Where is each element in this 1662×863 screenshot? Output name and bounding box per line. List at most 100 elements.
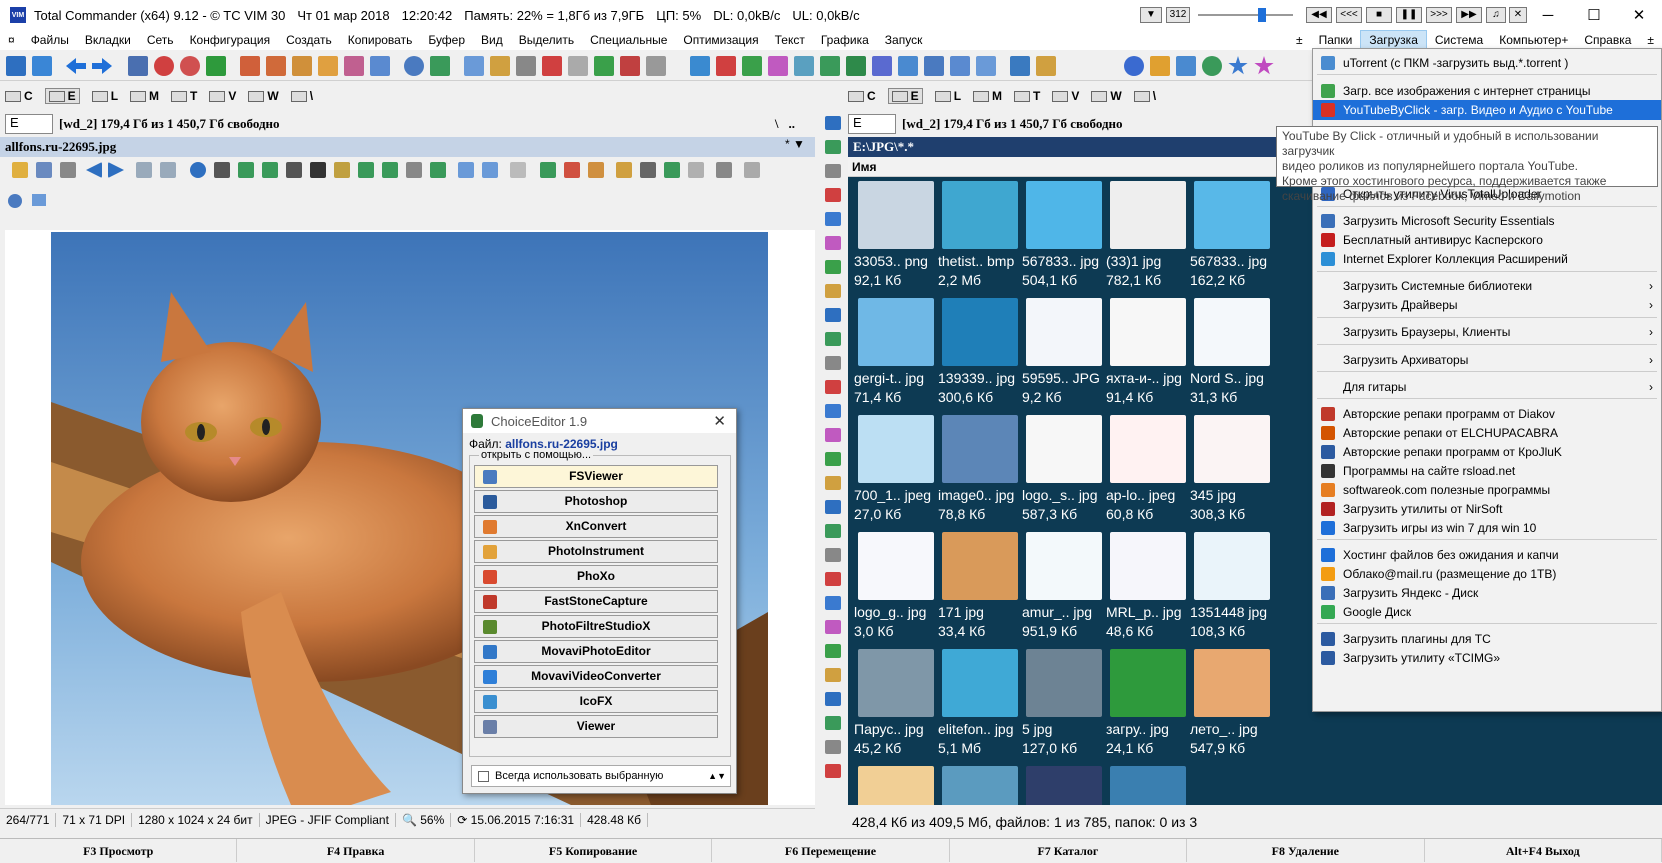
file-thumbnail[interactable]: 345 jpg 308,3 Кб <box>1188 413 1276 531</box>
download-menu-item[interactable]: Загрузить плагины для TC <box>1313 629 1661 649</box>
archive-icon[interactable] <box>292 56 312 76</box>
drive-v[interactable]: V <box>1052 89 1079 103</box>
next-icon[interactable]: >>> <box>1426 7 1452 23</box>
side-tool-icon[interactable] <box>825 596 841 610</box>
dm-icon[interactable] <box>716 56 736 76</box>
always-use-checkbox[interactable] <box>478 770 489 782</box>
compare-icon[interactable] <box>490 56 510 76</box>
x64-icon[interactable] <box>154 56 174 76</box>
drive-w[interactable]: W <box>1091 89 1122 103</box>
file-thumbnail[interactable]: ap-lo.. jpeg 60,8 Кб <box>1104 413 1192 531</box>
tree-icon[interactable] <box>846 56 866 76</box>
kb-icon[interactable] <box>646 56 666 76</box>
root-dir-icon[interactable]: \ <box>775 116 779 132</box>
copy-icon[interactable] <box>136 162 152 178</box>
download-menu-item[interactable]: Загрузить Яндекс - Диск <box>1313 583 1661 603</box>
download-menu-item[interactable]: Авторские репаки программ от Diakov <box>1313 404 1661 424</box>
drive-m[interactable]: M <box>130 89 159 103</box>
side-tool-icon[interactable] <box>825 500 841 514</box>
download-menu-item[interactable]: Авторские репаки программ от КрoJluK <box>1313 442 1661 462</box>
download-menu-item[interactable]: softwareok.com полезные программы <box>1313 480 1661 500</box>
side-tool-icon[interactable] <box>825 692 841 706</box>
drive-network[interactable]: \ <box>290 89 313 103</box>
vim-icon[interactable] <box>128 56 148 76</box>
open-with-fsviewer-button[interactable]: FSViewer <box>474 465 718 488</box>
download-menu-item[interactable]: Загрузить Драйверы › <box>1313 295 1661 315</box>
open-icon[interactable] <box>12 162 28 178</box>
drive-l[interactable]: L <box>91 89 118 103</box>
download-menu-item[interactable]: Облако@mail.ru (размещение до 1ТВ) <box>1313 564 1661 584</box>
file-thumbnail[interactable]: 33053.. png 92,1 Кб <box>852 179 940 297</box>
file-thumbnail[interactable]: яхта-и-.. jpg 91,4 Кб <box>1104 296 1192 414</box>
quickview-icon[interactable] <box>950 56 970 76</box>
file-thumbnail[interactable]: gergi-t.. jpg 71,4 Кб <box>852 296 940 414</box>
extract-icon[interactable] <box>318 56 338 76</box>
search-icon[interactable] <box>404 56 424 76</box>
plus-icon[interactable] <box>594 56 614 76</box>
open-with-photofiltrestudiox-button[interactable]: PhotoFiltreStudioX <box>474 615 718 638</box>
tools-icon[interactable] <box>1036 56 1056 76</box>
drive-t[interactable]: T <box>1014 89 1040 103</box>
invert-icon[interactable] <box>310 162 326 178</box>
menu-graphics[interactable]: Графика <box>813 30 877 50</box>
drive-c[interactable]: C <box>848 89 876 103</box>
open-with-photoinstrument-button[interactable]: PhotoInstrument <box>474 540 718 563</box>
volume-slider[interactable] <box>1198 14 1293 16</box>
rotate-right-icon[interactable] <box>382 162 398 178</box>
f6-move-button[interactable]: F6 Перемещение <box>712 839 950 862</box>
menu-system[interactable]: Система <box>1427 30 1491 50</box>
file-thumbnail[interactable]: Парус.. jpg 45,2 Кб <box>852 647 940 765</box>
download-icon[interactable] <box>32 56 52 76</box>
alt-f4-exit-button[interactable]: Alt+F4 Выход <box>1425 839 1662 862</box>
drive-e[interactable]: E <box>44 88 80 104</box>
file-thumbnail[interactable]: Nord S.. jpg 31,3 Кб <box>1188 296 1276 414</box>
file-thumbnail[interactable]: много.. jpg1,0 Мб <box>936 764 1024 805</box>
file-thumbnail[interactable]: 567833.. jpg 504,1 Кб <box>1020 179 1108 297</box>
f8-delete-button[interactable]: F8 Удаление <box>1187 839 1425 862</box>
drive-m[interactable]: M <box>973 89 1002 103</box>
dropdown-arrow-icon[interactable]: ▼ <box>1140 7 1162 23</box>
side-tool-icon[interactable] <box>825 716 841 730</box>
side-tool-icon[interactable] <box>825 668 841 682</box>
side-tool-icon[interactable] <box>825 476 841 490</box>
open-with-icofx-button[interactable]: IcoFX <box>474 690 718 713</box>
drive-c[interactable]: C <box>5 89 33 103</box>
test-icon[interactable] <box>344 56 364 76</box>
download-menu-item[interactable]: Загр. все изображения с интернет страниц… <box>1313 81 1661 101</box>
grid-icon[interactable] <box>742 56 762 76</box>
download-menu-item[interactable]: Загрузить утилиты от NirSoft <box>1313 499 1661 519</box>
zoom-red-icon[interactable] <box>564 162 580 178</box>
file-thumbnail[interactable]: elitefon.. jpg 5,1 Мб <box>936 647 1024 765</box>
menu-clipboard[interactable]: Буфер <box>420 30 473 50</box>
pack-icon[interactable] <box>240 56 260 76</box>
menu-text[interactable]: Текст <box>767 30 813 50</box>
resize-icon[interactable] <box>238 162 254 178</box>
prev-file-icon[interactable] <box>86 162 102 178</box>
history-dropdown-icon[interactable]: * ▼ <box>785 137 805 151</box>
lines-icon[interactable] <box>794 56 814 76</box>
pencil-icon[interactable] <box>688 162 704 178</box>
goto-icon[interactable] <box>1010 56 1030 76</box>
always-use-row[interactable]: Всегда использовать выбранную ▲▼ <box>471 765 731 787</box>
print-icon[interactable] <box>60 162 76 178</box>
monitor-icon[interactable] <box>640 162 656 178</box>
minimize-icon[interactable]: ─ <box>1525 0 1571 30</box>
menu-help[interactable]: Справка <box>1576 30 1639 50</box>
favorite-icon[interactable] <box>1254 56 1274 75</box>
menu-pin-icon[interactable]: ± <box>1288 30 1311 50</box>
open-with-phoxo-button[interactable]: PhoXo <box>474 565 718 588</box>
file-thumbnail[interactable]: Wallpa.. jpg467,5 Кб <box>1104 764 1192 805</box>
mirror-icon[interactable] <box>430 162 446 178</box>
crop-icon[interactable] <box>262 162 278 178</box>
contrast-icon[interactable] <box>286 162 302 178</box>
file-thumbnail[interactable]: MRL_p.. jpg 48,6 Кб <box>1104 530 1192 648</box>
side-tool-icon[interactable] <box>825 380 841 394</box>
find-icon[interactable] <box>616 162 632 178</box>
fit-icon[interactable] <box>510 162 526 178</box>
download-menu-item[interactable]: uTorrent (с ПКМ -загрузить выд.*.torrent… <box>1313 53 1661 73</box>
spin-icon[interactable]: ▲▼ <box>708 771 726 781</box>
effects-icon[interactable] <box>334 162 350 178</box>
side-tool-icon[interactable] <box>825 452 841 466</box>
side-tool-icon[interactable] <box>825 620 841 634</box>
help-icon[interactable] <box>8 194 22 208</box>
